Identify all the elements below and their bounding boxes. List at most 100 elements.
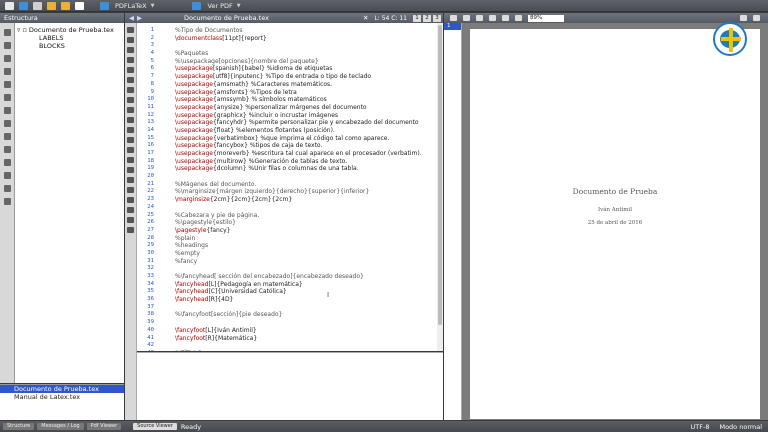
command-icon[interactable] bbox=[127, 137, 134, 143]
command-icon[interactable] bbox=[127, 147, 134, 153]
code-line[interactable]: \usepackage{verbatimbox} %que imprima el… bbox=[175, 135, 422, 143]
file-item-active[interactable]: Documento de Prueba.tex bbox=[0, 385, 124, 393]
code-line[interactable] bbox=[175, 304, 422, 312]
nav-right-icon[interactable]: ▶ bbox=[137, 14, 142, 22]
undo-icon[interactable] bbox=[47, 1, 56, 10]
code-line[interactable] bbox=[175, 42, 422, 50]
command-icon[interactable] bbox=[127, 37, 134, 43]
code-line[interactable]: \usepackage{fancybox} %tipos de caja de … bbox=[175, 142, 422, 150]
run-arrow-icon[interactable] bbox=[100, 1, 109, 10]
symbol-icon[interactable] bbox=[4, 172, 11, 179]
split-view-1-button[interactable]: 1 bbox=[413, 14, 421, 22]
code-line[interactable]: %plain bbox=[175, 235, 422, 243]
symbol-icon[interactable] bbox=[4, 81, 11, 88]
symbol-icon[interactable] bbox=[4, 159, 11, 166]
command-icon[interactable] bbox=[127, 87, 134, 93]
code-line[interactable]: \pagestyle{fancy} bbox=[175, 227, 422, 235]
redo-icon[interactable] bbox=[61, 1, 70, 10]
viewer-select[interactable]: Ver PDF ▼ bbox=[207, 2, 240, 10]
code-line[interactable]: \fancyfoot[R]{Matemática} bbox=[175, 335, 422, 343]
code-line[interactable]: \usepackage{anysize} %personalizar márge… bbox=[175, 104, 422, 112]
code-line[interactable]: %Cabezara y pie de página. bbox=[175, 212, 422, 220]
code-line[interactable] bbox=[175, 204, 422, 212]
code-line[interactable]: %\marginsize{márgen izquierdo}{derecho}{… bbox=[175, 188, 422, 196]
code-line[interactable]: %TÍTULO bbox=[175, 350, 422, 351]
code-line[interactable]: \fancyfoot[L]{Iván Antimil} bbox=[175, 327, 422, 335]
tab-structure[interactable]: Structure bbox=[3, 423, 35, 430]
code-line[interactable] bbox=[175, 319, 422, 327]
symbol-icon[interactable] bbox=[4, 68, 11, 75]
code-line[interactable] bbox=[175, 265, 422, 273]
symbol-icon[interactable] bbox=[4, 120, 11, 127]
code-line[interactable]: %\fancyhead[ sección del encabezado]{enc… bbox=[175, 273, 422, 281]
command-icon[interactable] bbox=[127, 107, 134, 113]
code-line[interactable]: %fancy bbox=[175, 258, 422, 266]
symbol-icon[interactable] bbox=[4, 133, 11, 140]
zoom-select[interactable]: 89% bbox=[528, 14, 564, 22]
compiler-select[interactable]: PDFLaTeX ▼ bbox=[115, 2, 154, 10]
editor-scrollbar[interactable] bbox=[437, 23, 443, 351]
code-line[interactable]: %Tipo de Documentos bbox=[175, 27, 422, 35]
code-line[interactable]: %empty bbox=[175, 250, 422, 258]
split-view-3-button[interactable]: 3 bbox=[433, 14, 441, 22]
tab-pdf-viewer[interactable]: Pdf Viewer bbox=[86, 423, 122, 430]
search-icon[interactable] bbox=[740, 15, 747, 21]
zoom-in-icon[interactable] bbox=[502, 15, 509, 21]
command-icon[interactable] bbox=[127, 67, 134, 73]
command-icon[interactable] bbox=[127, 207, 134, 213]
command-icon[interactable] bbox=[127, 157, 134, 163]
split-view-2-button[interactable]: 2 bbox=[423, 14, 431, 22]
command-icon[interactable] bbox=[127, 167, 134, 173]
command-icon[interactable] bbox=[127, 47, 134, 53]
last-page-icon[interactable] bbox=[489, 15, 496, 21]
tree-root[interactable]: ▿ ▫ Documento de Prueba.tex bbox=[17, 26, 122, 34]
code-line[interactable]: \fancyhead[L]{Pedagogía en matemática} bbox=[175, 281, 422, 289]
file-item[interactable]: Manual de Latex.tex bbox=[0, 393, 124, 401]
code-line[interactable]: \documentclass[11pt]{report} bbox=[175, 35, 422, 43]
command-icon[interactable] bbox=[127, 197, 134, 203]
tab-source-viewer[interactable]: Source Viewer bbox=[133, 423, 177, 430]
code-line[interactable]: %headings bbox=[175, 242, 422, 250]
code-line[interactable]: \marginsize{2cm}{2cm}{2cm}{2cm} bbox=[175, 196, 422, 204]
code-line[interactable]: \usepackage{amsmath} %Caracteres matemát… bbox=[175, 81, 422, 89]
code-line[interactable] bbox=[175, 173, 422, 181]
command-icon[interactable] bbox=[127, 127, 134, 133]
tree-item-labels[interactable]: LABELS bbox=[17, 34, 122, 42]
code-line[interactable]: \usepackage{multirow} %Generación de tab… bbox=[175, 158, 422, 166]
symbol-icon[interactable] bbox=[4, 29, 11, 36]
secondary-editor-pane[interactable] bbox=[137, 352, 443, 420]
command-icon[interactable] bbox=[127, 77, 134, 83]
code-line[interactable]: %Mágenes del documento. bbox=[175, 181, 422, 189]
symbol-icon[interactable] bbox=[4, 94, 11, 101]
pdf-preview-area[interactable]: Documento de Prueba Iván Antimil 25 de a… bbox=[462, 23, 768, 420]
tree-item-blocks[interactable]: BLOCKS bbox=[17, 42, 122, 50]
print-icon[interactable] bbox=[753, 15, 760, 21]
code-line[interactable]: \usepackage{dcolumn} %Unir filas o colum… bbox=[175, 165, 422, 173]
command-icon[interactable] bbox=[127, 177, 134, 183]
code-text[interactable]: %Tipo de Documentos \documentclass[11pt]{… bbox=[175, 27, 422, 351]
command-icon[interactable] bbox=[127, 27, 134, 33]
code-line[interactable]: \usepackage{moreverb} %escritura tal cua… bbox=[175, 150, 422, 158]
zoom-out-icon[interactable] bbox=[515, 15, 522, 21]
view-arrow-icon[interactable] bbox=[192, 1, 202, 10]
symbol-icon[interactable] bbox=[4, 146, 11, 153]
symbol-icon[interactable] bbox=[4, 107, 11, 114]
command-icon[interactable] bbox=[127, 227, 134, 233]
code-line[interactable]: %\fancyfoot[sección]{pie deseado} bbox=[175, 311, 422, 319]
page-thumb-1[interactable]: 1 bbox=[444, 23, 461, 30]
code-line[interactable]: %\usepackage[opciones]{nombre del paquet… bbox=[175, 58, 422, 66]
command-icon[interactable] bbox=[127, 187, 134, 193]
code-line[interactable]: \usepackage{amssymb} % símbolos matemáti… bbox=[175, 96, 422, 104]
code-line[interactable]: \usepackage[utf8]{inputenc} %Tipo de ent… bbox=[175, 73, 422, 81]
next-page-icon[interactable] bbox=[476, 15, 483, 21]
first-page-icon[interactable] bbox=[450, 15, 457, 21]
code-line[interactable]: \fancyhead[R]{4D} bbox=[175, 296, 422, 304]
symbol-icon[interactable] bbox=[4, 198, 11, 205]
close-icon[interactable]: ✕ bbox=[363, 14, 368, 22]
symbol-icon[interactable] bbox=[4, 42, 11, 49]
code-line[interactable]: %Paquetes bbox=[175, 50, 422, 58]
copy-icon[interactable] bbox=[75, 1, 84, 10]
command-icon[interactable] bbox=[127, 97, 134, 103]
symbol-icon[interactable] bbox=[4, 55, 11, 62]
code-line[interactable] bbox=[175, 342, 422, 350]
